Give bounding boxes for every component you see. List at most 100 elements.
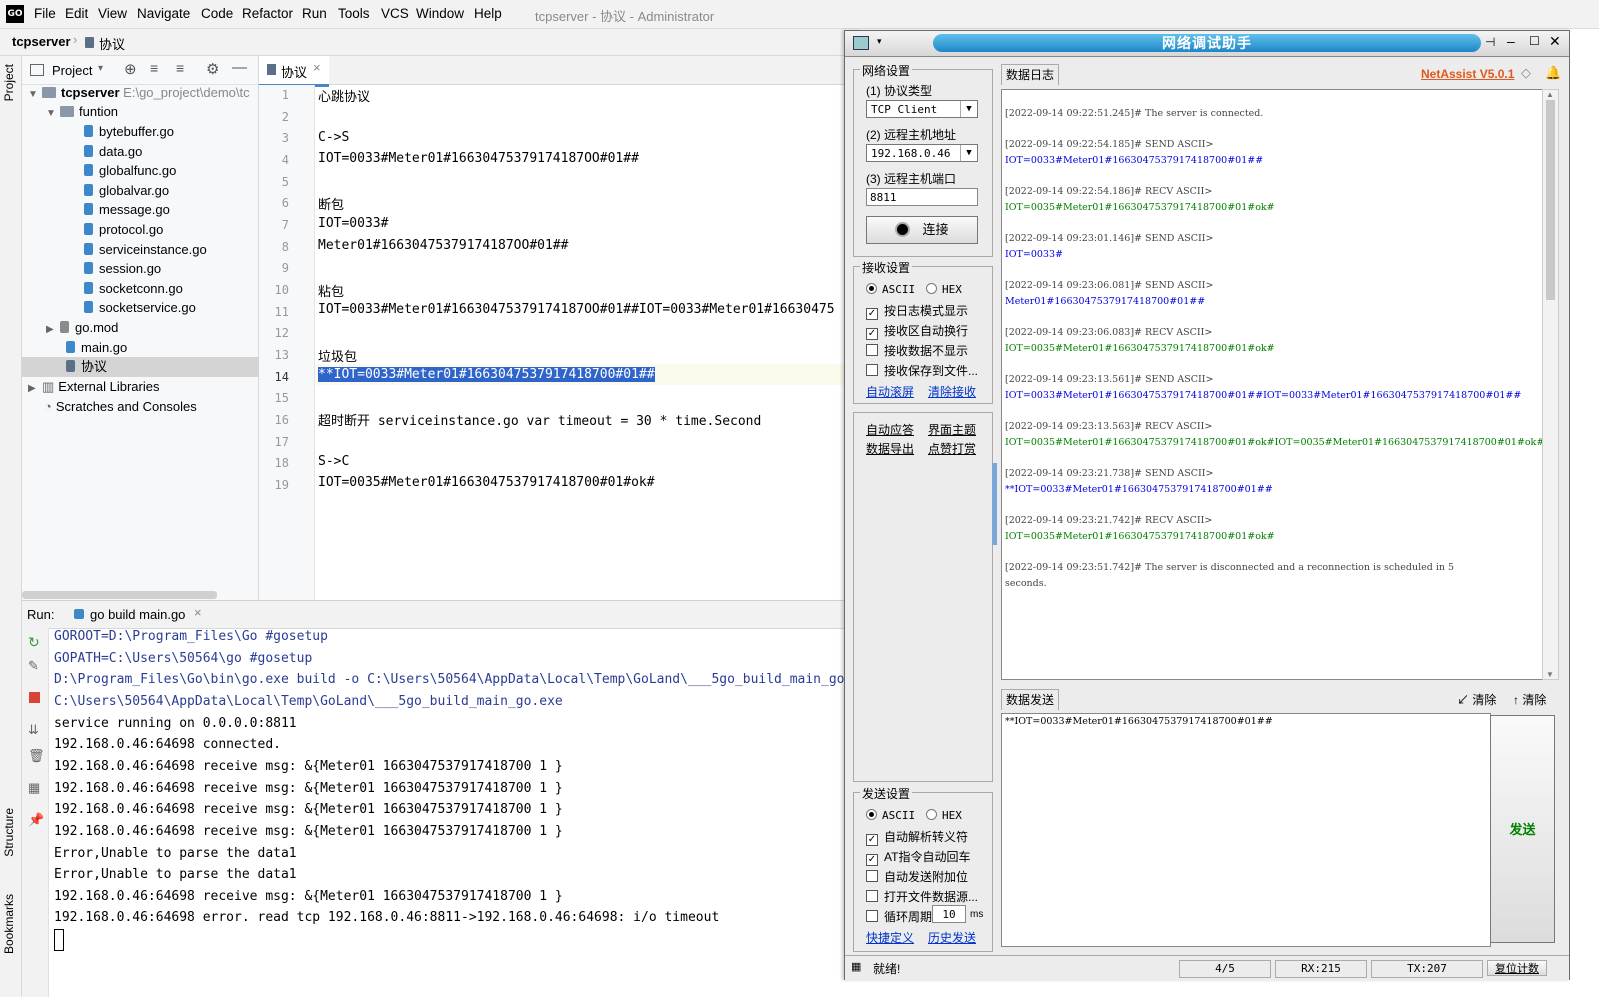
file-source-checkbox[interactable]: 打开文件数据源...	[866, 888, 978, 905]
hide-data-checkbox[interactable]: 接收数据不显示	[866, 342, 968, 359]
tab-data-send[interactable]: 数据发送	[1001, 689, 1060, 710]
close-icon[interactable]: ×	[194, 605, 202, 620]
bell-icon[interactable]: 🔔	[1545, 65, 1561, 81]
menu-navigate[interactable]: Navigate	[137, 6, 190, 21]
auto-wrap-checkbox[interactable]: ✓ 接收区自动换行	[866, 322, 968, 340]
menu-refactor[interactable]: Refactor	[242, 6, 293, 21]
send-input[interactable]: **IOT=0033#Meter01#1663047537917418700#0…	[1001, 713, 1491, 947]
send-button[interactable]: 发送	[1490, 715, 1555, 943]
send-ascii-radio[interactable]: ASCII	[866, 808, 915, 822]
version-link[interactable]: NetAssist V5.0.1	[1421, 67, 1514, 81]
maximize-icon[interactable]: ☐	[1529, 34, 1540, 48]
run-tab[interactable]: go build main.go	[90, 607, 185, 622]
pin-icon[interactable]: ⊣	[1485, 35, 1495, 49]
menu-view[interactable]: View	[98, 6, 127, 21]
check-icon: ✓	[866, 328, 878, 340]
clear-receive-link[interactable]: 清除接收	[928, 383, 976, 400]
chevron-down-icon[interactable]: ▾	[98, 63, 103, 74]
wrench-icon[interactable]: ✎	[28, 658, 42, 673]
export-link[interactable]: 数据导出	[866, 440, 914, 457]
chevron-down-icon[interactable]: ▾	[877, 36, 882, 47]
shortcut-link[interactable]: 快捷定义	[866, 929, 914, 946]
port-input[interactable]: 8811	[866, 188, 978, 206]
collapse-all-icon[interactable]: ≡	[176, 60, 184, 76]
minimize-icon[interactable]: –	[1507, 33, 1515, 49]
tab-structure[interactable]: Structure	[2, 808, 16, 857]
menu-vcs[interactable]: VCS	[381, 6, 409, 21]
panel-splitter[interactable]	[992, 463, 997, 545]
at-newline-checkbox[interactable]: ✓ AT指令自动回车	[866, 848, 970, 866]
gear-icon[interactable]: ⚙	[206, 60, 219, 78]
history-link[interactable]: 历史发送	[928, 929, 976, 946]
radio-icon	[866, 283, 877, 294]
reset-count-button[interactable]: 复位计数	[1487, 960, 1547, 976]
output-line: 192.168.0.46:64698 receive msg: &{Meter0…	[54, 759, 563, 774]
breadcrumb-project[interactable]: tcpserver	[12, 34, 71, 49]
scroll-up-icon[interactable]: ▲	[1546, 90, 1554, 99]
recv-hex-radio[interactable]: HEX	[926, 282, 962, 296]
theme-link[interactable]: 界面主题	[928, 421, 976, 438]
scroll-to-end-icon[interactable]: ⇊	[28, 722, 42, 737]
tree-folder-funtion[interactable]: ▼ funtion	[22, 102, 282, 122]
checkbox-label: 接收保存到文件...	[884, 364, 979, 378]
input-caret	[54, 929, 64, 951]
log-mode-checkbox[interactable]: ✓ 按日志模式显示	[866, 302, 968, 320]
auto-reply-link[interactable]: 自动应答	[866, 421, 914, 438]
escape-checkbox[interactable]: ✓ 自动解析转义符	[866, 828, 968, 846]
menu-window[interactable]: Window	[416, 6, 464, 21]
app-icon[interactable]	[853, 36, 869, 50]
menu-run[interactable]: Run	[302, 6, 327, 21]
close-icon[interactable]: ✕	[1549, 33, 1561, 50]
trash-icon[interactable]: 🗑	[28, 748, 45, 763]
log-scrollbar[interactable]: ▲ ▼	[1542, 89, 1559, 680]
tree-scratches[interactable]: ◔ Scratches and Consoles	[22, 397, 280, 417]
line-number: 14	[274, 370, 289, 384]
project-panel-title[interactable]: Project	[52, 63, 92, 78]
diamond-icon[interactable]: ◇	[1521, 65, 1531, 81]
tree-root[interactable]: ▼ tcpserver E:\go_project\demo\tc	[22, 83, 264, 103]
stop-icon[interactable]	[29, 692, 40, 703]
save-to-file-checkbox[interactable]: 接收保存到文件...	[866, 362, 978, 379]
menu-file[interactable]: File	[34, 6, 56, 21]
menu-tools[interactable]: Tools	[338, 6, 370, 21]
tree-external-libraries[interactable]: ▶ ▥ External Libraries	[22, 377, 264, 397]
auto-scroll-link[interactable]: 自动滚屏	[866, 383, 914, 400]
breadcrumb-file[interactable]: 协议	[99, 34, 125, 53]
scroll-thumb[interactable]	[1546, 100, 1555, 300]
scroll-down-icon[interactable]: ▼	[1546, 670, 1554, 679]
recv-ascii-radio[interactable]: ASCII	[866, 282, 915, 296]
tab-bookmarks[interactable]: Bookmarks	[2, 894, 16, 954]
horizontal-scrollbar[interactable]	[22, 591, 217, 599]
menu-edit[interactable]: Edit	[65, 6, 88, 21]
host-select[interactable]: 192.168.0.46 ▼	[866, 144, 978, 162]
menu-help[interactable]: Help	[474, 6, 502, 21]
chevron-down-icon: ▼	[960, 101, 977, 117]
rerun-icon[interactable]: ↻	[28, 634, 42, 650]
close-icon[interactable]: ×	[313, 60, 321, 75]
layout-icon[interactable]: ▦	[28, 780, 42, 795]
output-line: GOROOT=D:\Program_Files\Go #gosetup	[54, 629, 328, 644]
tab-protocol[interactable]: 协议 ×	[259, 56, 329, 87]
locate-icon[interactable]: ⊕	[124, 60, 137, 78]
clear-send-button-2[interactable]: ↑ 清除	[1513, 691, 1546, 708]
menu-code[interactable]: Code	[201, 6, 233, 21]
expand-all-icon[interactable]: ≡	[150, 60, 158, 76]
tip-link[interactable]: 点赞打赏	[928, 440, 976, 457]
receive-log[interactable]: [2022-09-14 09:22:51.245]# The server is…	[1001, 89, 1543, 680]
period-input[interactable]: 10	[932, 905, 966, 923]
minimize-icon[interactable]: —	[232, 59, 247, 76]
tab-project[interactable]: Project	[2, 64, 16, 101]
output-line: Error,Unable to parse the data1	[54, 867, 297, 882]
code-line: 超时断开 serviceinstance.go var timeout = 30…	[318, 414, 762, 429]
append-bit-checkbox[interactable]: 自动发送附加位	[866, 868, 968, 885]
connect-button[interactable]: 连接	[866, 216, 978, 244]
protocol-select[interactable]: TCP Client ▼	[866, 100, 978, 118]
tree-file-gomod[interactable]: ▶ go.mod	[22, 318, 282, 338]
file-label: go.mod	[75, 320, 119, 335]
tab-data-log[interactable]: 数据日志	[1001, 64, 1060, 85]
send-hex-radio[interactable]: HEX	[926, 808, 962, 822]
checkbox-icon	[866, 870, 878, 882]
pin-icon[interactable]: 📌	[28, 812, 44, 827]
loop-period-checkbox[interactable]: 循环周期	[866, 908, 932, 925]
clear-send-button-1[interactable]: ↙ 清除	[1457, 691, 1496, 708]
